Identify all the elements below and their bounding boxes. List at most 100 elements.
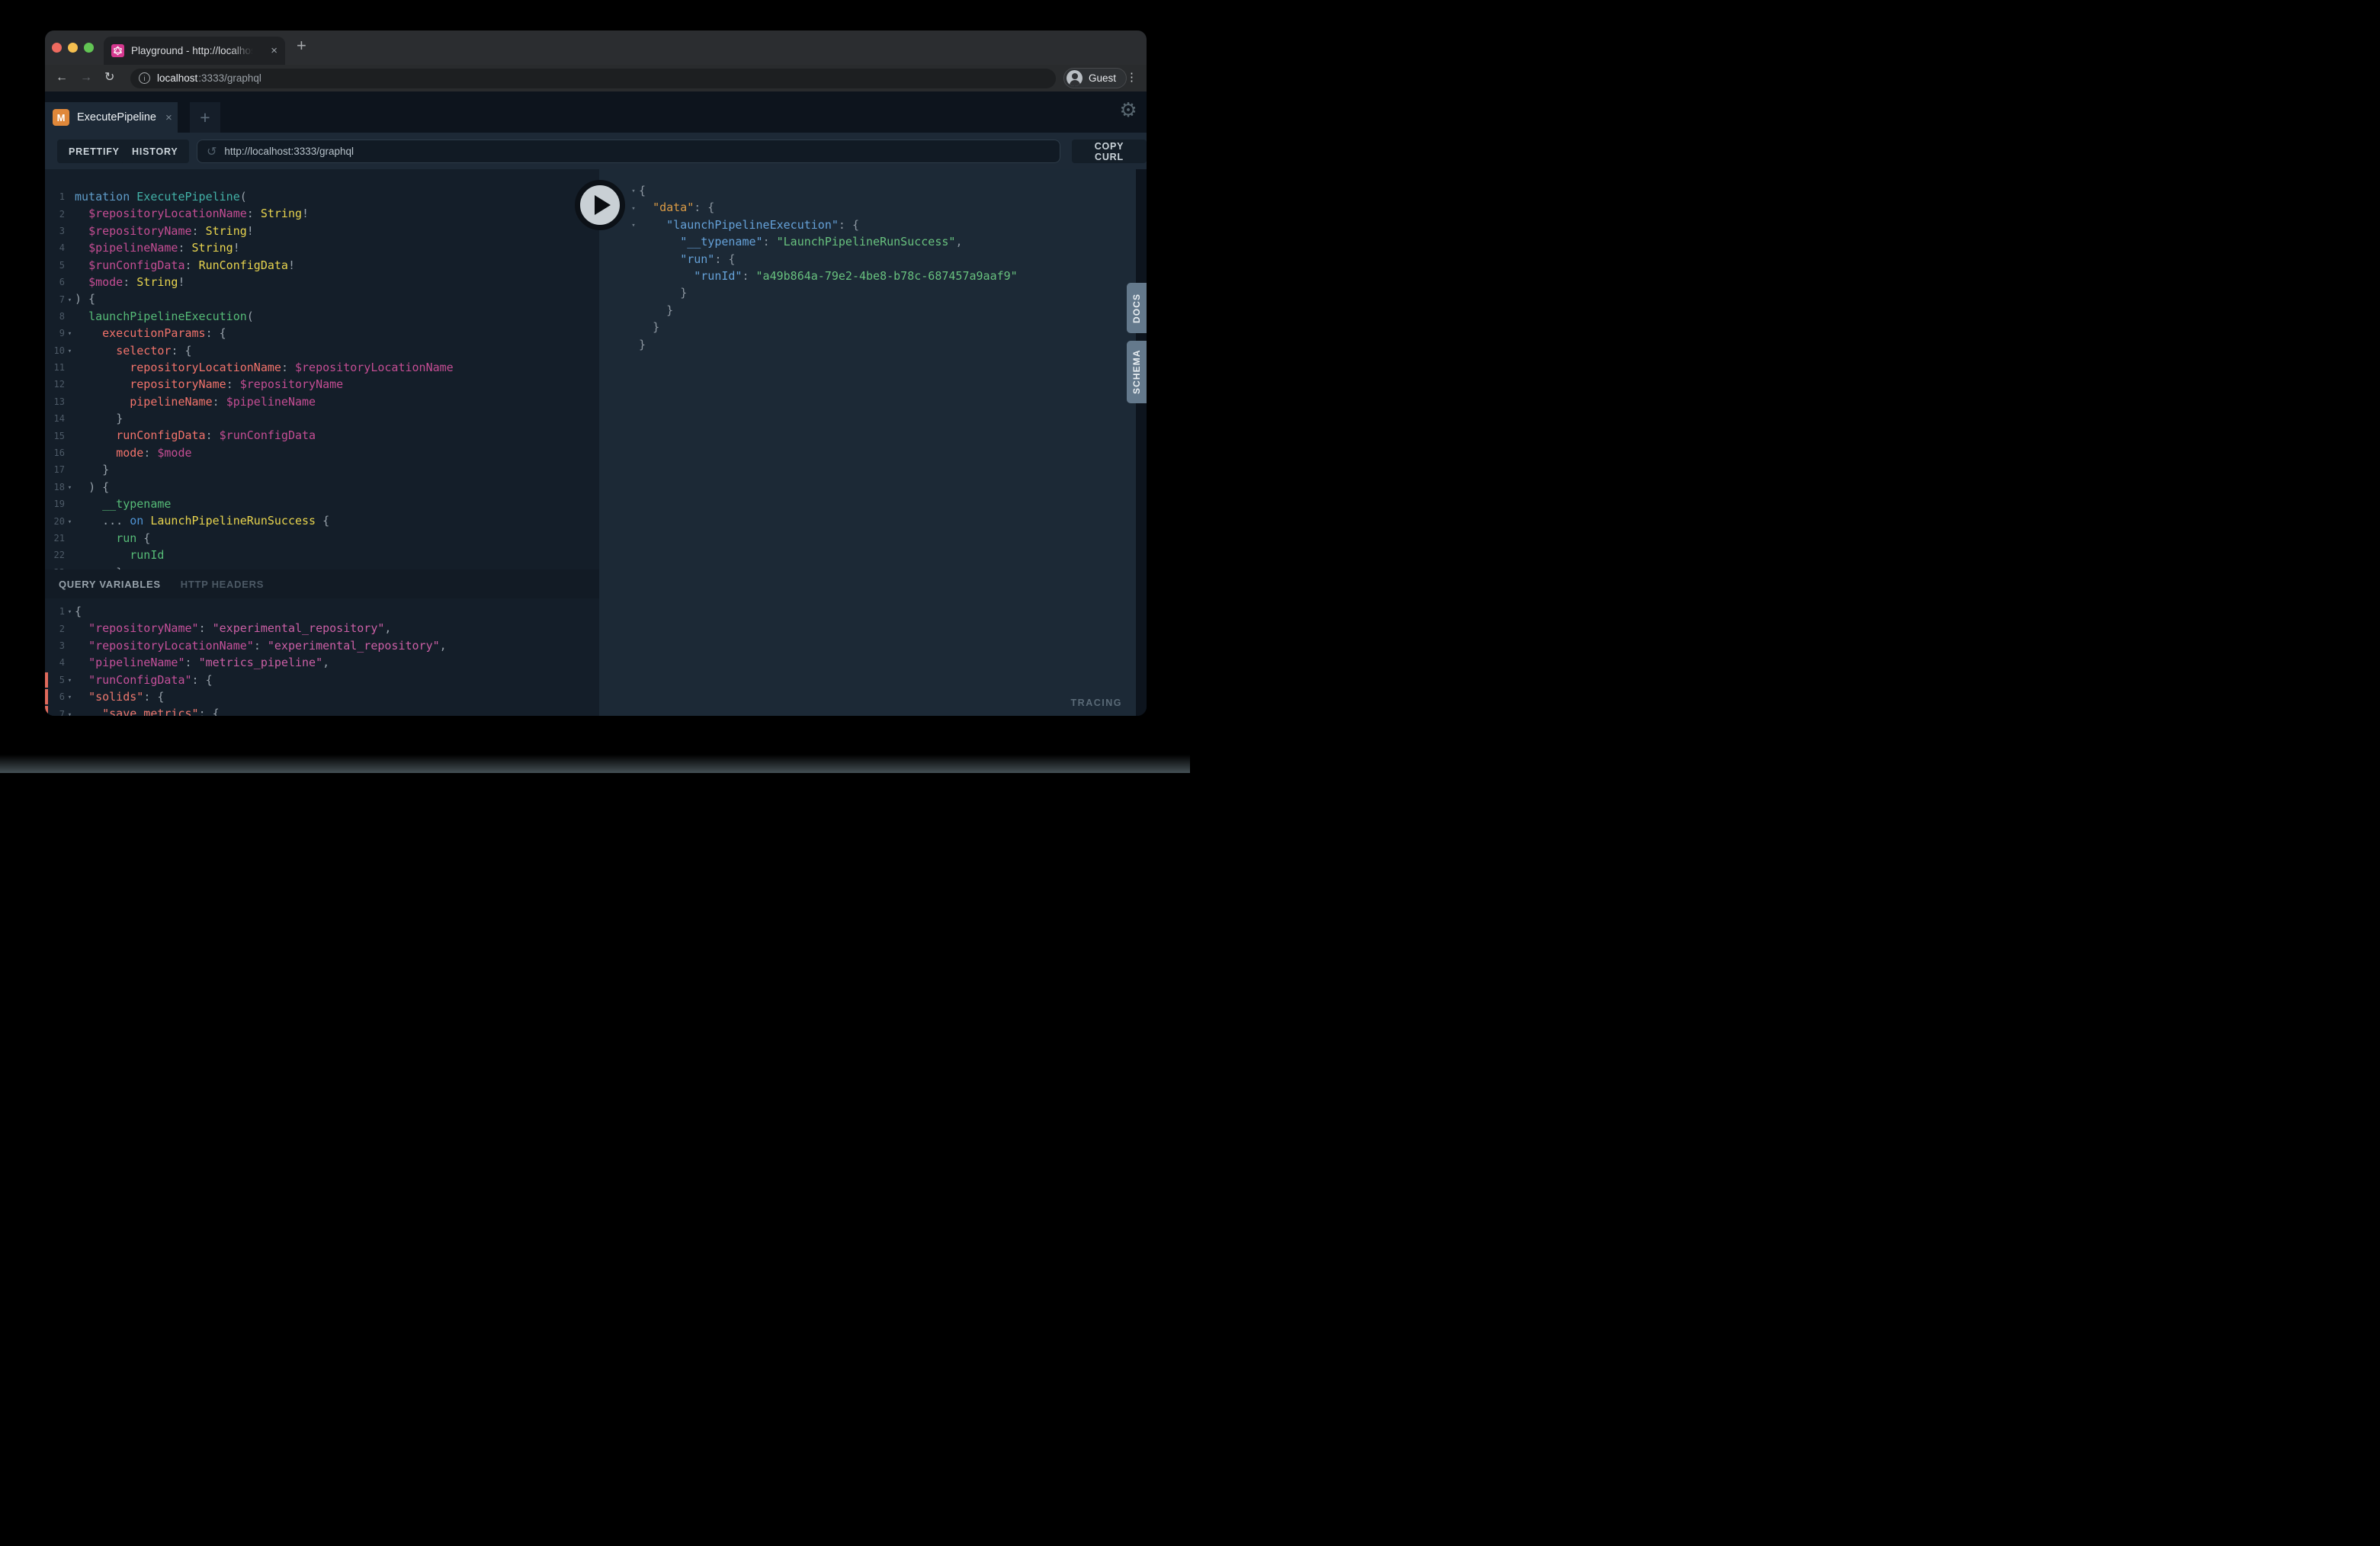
playground-tab-close-icon[interactable]: × (165, 111, 172, 124)
code-text: } (639, 284, 687, 301)
copy-curl-button[interactable]: COPY CURL (1072, 140, 1147, 163)
line-number: 14 (45, 413, 65, 424)
code-line: } (599, 319, 1136, 335)
code-line[interactable]: 8 launchPipelineExecution( (45, 308, 599, 325)
code-line[interactable]: 1mutation ExecutePipeline( (45, 188, 599, 205)
code-line[interactable]: 9▾ executionParams: { (45, 325, 599, 342)
code-line[interactable]: 17 } (45, 461, 599, 478)
code-line[interactable]: 16 mode: $mode (45, 444, 599, 461)
tab-query-variables[interactable]: QUERY VARIABLES (59, 579, 161, 590)
code-line[interactable]: 23 } (45, 564, 599, 569)
graphql-favicon-icon (111, 44, 124, 57)
code-text: executionParams: { (75, 325, 226, 342)
browser-new-tab-button[interactable]: + (297, 37, 306, 54)
code-text: ... on LaunchPipelineRunSuccess { (75, 512, 329, 529)
query-variables-editor[interactable]: 1▾{2 "repositoryName": "experimental_rep… (45, 598, 599, 716)
fold-arrow-icon[interactable]: ▾ (65, 607, 75, 616)
code-text: repositoryLocationName: $repositoryLocat… (75, 359, 454, 376)
avatar-icon (1067, 70, 1083, 86)
line-number: 4 (45, 242, 65, 253)
execute-play-button[interactable] (575, 180, 625, 230)
schema-side-tab[interactable]: SCHEMA (1127, 341, 1147, 403)
fold-arrow-icon[interactable]: ▾ (65, 517, 75, 526)
code-line[interactable]: 4 "pipelineName": "metrics_pipeline", (45, 654, 599, 671)
code-text: "solids": { (75, 688, 164, 705)
playground-new-tab-button[interactable]: + (190, 102, 220, 133)
profile-chip[interactable]: Guest (1063, 68, 1127, 88)
fold-spacer (65, 645, 75, 646)
tracing-toggle[interactable]: TRACING (599, 690, 1136, 716)
history-button[interactable]: HISTORY (120, 140, 189, 163)
profile-label: Guest (1089, 72, 1116, 84)
code-text: launchPipelineExecution( (75, 308, 254, 325)
code-line[interactable]: 5 $runConfigData: RunConfigData! (45, 257, 599, 274)
code-text: } (639, 302, 673, 319)
fold-arrow-icon[interactable]: ▾ (65, 675, 75, 685)
endpoint-input[interactable]: ↺ http://localhost:3333/graphql (197, 140, 1060, 163)
back-icon[interactable]: ← (56, 70, 68, 85)
code-line[interactable]: 6 $mode: String! (45, 274, 599, 290)
code-line[interactable]: 5▾ "runConfigData": { (45, 672, 599, 688)
code-text: runId (75, 547, 164, 563)
code-line: } (599, 302, 1136, 319)
fold-arrow-icon[interactable]: ▾ (65, 346, 75, 355)
fold-spacer (65, 418, 75, 419)
fold-arrow-icon[interactable]: ▾ (628, 204, 639, 213)
error-marker (45, 672, 48, 688)
browser-urlbar: ← → ↻ i localhost :3333/graphql Guest ⋮ (45, 65, 1147, 91)
browser-tab-title: Playground - http://localhost:33 (131, 45, 253, 56)
code-line[interactable]: 21 run { (45, 530, 599, 547)
tab-http-headers[interactable]: HTTP HEADERS (181, 579, 264, 590)
settings-gear-icon[interactable]: ⚙ (1115, 98, 1141, 123)
code-text: "__typename": "LaunchPipelineRunSuccess"… (639, 233, 962, 250)
address-bar[interactable]: i localhost :3333/graphql (130, 69, 1056, 88)
url-host: localhost (157, 72, 197, 84)
fold-spacer (65, 554, 75, 556)
query-editor[interactable]: 1mutation ExecutePipeline(2 $repositoryL… (45, 169, 599, 569)
docs-side-tab[interactable]: DOCS (1127, 283, 1147, 333)
code-line[interactable]: 10▾ selector: { (45, 342, 599, 359)
code-line[interactable]: 18▾ ) { (45, 479, 599, 496)
code-line[interactable]: 11 repositoryLocationName: $repositoryLo… (45, 359, 599, 376)
fold-arrow-icon[interactable]: ▾ (65, 692, 75, 701)
code-line[interactable]: 3 $repositoryName: String! (45, 223, 599, 239)
code-line[interactable]: 22 runId (45, 547, 599, 563)
browser-tab-playground[interactable]: Playground - http://localhost:33 × (104, 37, 285, 65)
fold-spacer (65, 662, 75, 663)
code-line[interactable]: 7▾ "save_metrics": { (45, 705, 599, 716)
code-line[interactable]: 2 "repositoryName": "experimental_reposi… (45, 620, 599, 637)
fold-arrow-icon[interactable]: ▾ (65, 483, 75, 492)
fold-spacer (65, 213, 75, 215)
fold-arrow-icon[interactable]: ▾ (65, 295, 75, 304)
playground-tab-executepipeline[interactable]: M ExecutePipeline × (45, 102, 178, 133)
browser-menu-icon[interactable]: ⋮ (1126, 71, 1137, 85)
forward-icon[interactable]: → (80, 70, 92, 85)
code-line[interactable]: 2 $repositoryLocationName: String! (45, 205, 599, 222)
code-line[interactable]: 12 repositoryName: $repositoryName (45, 376, 599, 393)
fold-spacer (628, 241, 639, 242)
code-line[interactable]: 13 pipelineName: $pipelineName (45, 393, 599, 410)
code-line[interactable]: 15 runConfigData: $runConfigData (45, 427, 599, 444)
code-line[interactable]: 6▾ "solids": { (45, 688, 599, 705)
code-line[interactable]: 4 $pipelineName: String! (45, 239, 599, 256)
playground-tab-label: ExecutePipeline (77, 111, 156, 123)
browser-tab-close-icon[interactable]: × (271, 45, 277, 56)
code-line[interactable]: 20▾ ... on LaunchPipelineRunSuccess { (45, 512, 599, 529)
fold-arrow-icon[interactable]: ▾ (65, 329, 75, 338)
code-line[interactable]: 19 __typename (45, 496, 599, 512)
fold-arrow-icon[interactable]: ▾ (65, 710, 75, 716)
line-number: 21 (45, 533, 65, 544)
fold-arrow-icon[interactable]: ▾ (628, 186, 639, 195)
fold-arrow-icon[interactable]: ▾ (628, 220, 639, 229)
traffic-light-minimize-icon[interactable] (68, 43, 78, 53)
endpoint-url: http://localhost:3333/graphql (224, 146, 354, 157)
traffic-light-close-icon[interactable] (52, 43, 62, 53)
code-line[interactable]: 1▾{ (45, 603, 599, 620)
code-line[interactable]: 7▾) { (45, 290, 599, 307)
site-info-icon[interactable]: i (139, 72, 150, 84)
code-line[interactable]: 14 } (45, 410, 599, 427)
traffic-light-zoom-icon[interactable] (84, 43, 94, 53)
reload-icon[interactable]: ↻ (104, 70, 114, 85)
code-line: } (599, 284, 1136, 301)
code-line[interactable]: 3 "repositoryLocationName": "experimenta… (45, 637, 599, 654)
